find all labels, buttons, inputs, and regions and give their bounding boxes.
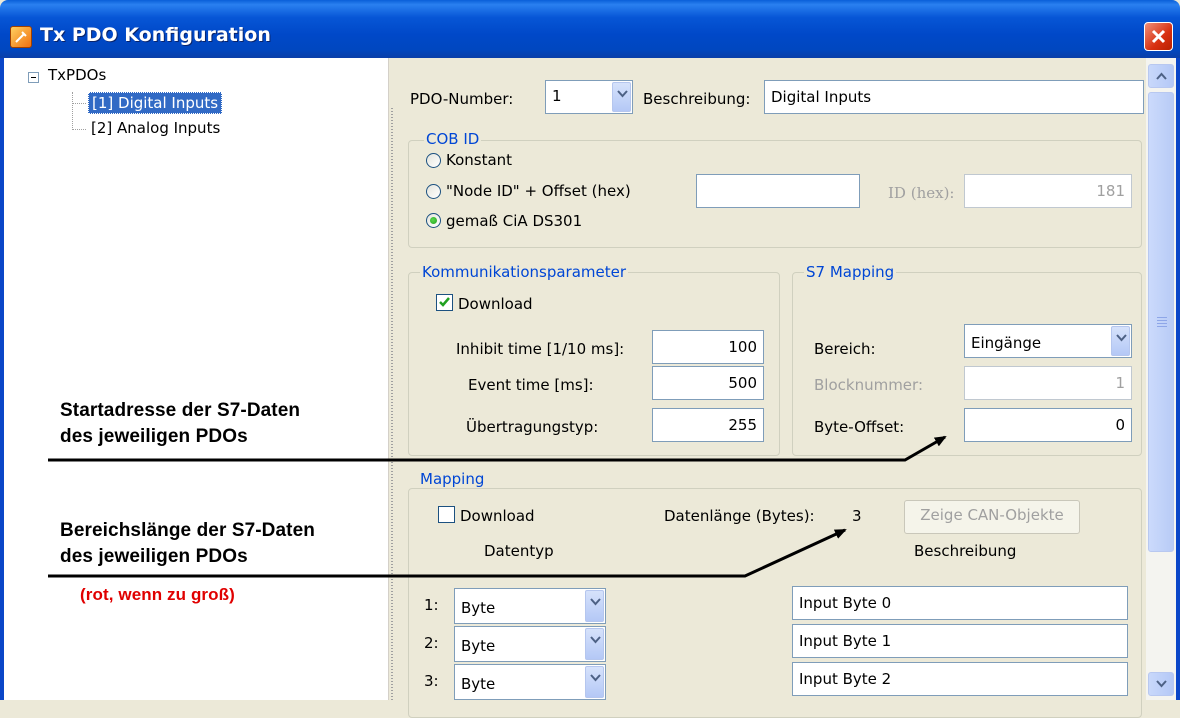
close-icon [1151, 29, 1166, 44]
scroll-down-icon [1156, 680, 1167, 688]
area-select[interactable]: Eingänge [964, 324, 1132, 358]
scroll-thumb[interactable] [1148, 92, 1174, 552]
mapping-row-1-description-input[interactable]: Input Byte 0 [792, 586, 1128, 620]
mapping-row-2-description-input[interactable]: Input Byte 1 [792, 624, 1128, 658]
data-length-label: Datenlänge (Bytes): [664, 507, 815, 525]
chevron-down-icon[interactable] [612, 82, 631, 112]
id-hex-label: ID (hex): [888, 184, 955, 202]
mapping-row-type-value: Byte [461, 675, 496, 693]
radio-node-id-offset[interactable] [426, 184, 441, 199]
pdo-number-label: PDO-Number: [410, 90, 514, 108]
event-time-input[interactable]: 500 [652, 366, 764, 400]
annotation-range-length-line1: Bereichslänge der S7-Daten [60, 520, 315, 541]
area-value: Eingänge [971, 334, 1042, 352]
datatype-header: Datentyp [484, 542, 554, 560]
id-hex-field: 181 [964, 174, 1132, 208]
description-input[interactable]: Digital Inputs [764, 80, 1144, 114]
block-number-field: 1 [964, 366, 1132, 400]
data-length-value: 3 [852, 507, 862, 525]
inhibit-time-input[interactable]: 100 [652, 330, 764, 364]
annotation-start-address-line1: Startadresse der S7-Daten [60, 400, 301, 421]
offset-hex-input[interactable] [696, 174, 860, 208]
communication-download-label[interactable]: Download [458, 295, 533, 313]
vertical-scrollbar[interactable] [1146, 58, 1176, 700]
tree-item-digital-inputs[interactable]: [1] Digital Inputs [88, 92, 223, 114]
transfer-type-label: Übertragungstyp: [466, 418, 599, 436]
close-button[interactable] [1144, 22, 1173, 51]
pdo-number-value: 1 [552, 87, 562, 105]
tree-collapse-toggle[interactable] [28, 72, 39, 83]
annotation-start-address-line2: des jeweiligen PDOs [60, 426, 248, 447]
mapping-row-3-description-input[interactable]: Input Byte 2 [792, 662, 1128, 696]
s7-mapping-title: S7 Mapping [804, 263, 897, 281]
description-label: Beschreibung: [643, 90, 751, 108]
chevron-down-icon[interactable] [1111, 326, 1130, 356]
scroll-down-button[interactable] [1148, 672, 1174, 696]
inhibit-time-label: Inhibit time [1/10 ms]: [456, 340, 625, 358]
mapping-download-label[interactable]: Download [460, 507, 535, 525]
communication-title: Kommunikationsparameter [420, 263, 629, 281]
tree-root-label[interactable]: TxPDOs [48, 66, 106, 84]
event-time-label: Event time [ms]: [468, 376, 594, 394]
pdo-number-select[interactable]: 1 [545, 80, 633, 114]
tree-item-analog-inputs[interactable]: [2] Analog Inputs [88, 118, 223, 138]
area-label: Bereich: [814, 340, 876, 358]
title-bar: Tx PDO Konfiguration [0, 0, 1180, 58]
window-frame-right [1176, 58, 1180, 700]
byte-offset-input[interactable]: 0 [964, 408, 1132, 442]
mapping-download-checkbox[interactable] [438, 506, 455, 523]
scroll-up-icon [1156, 72, 1167, 80]
radio-konstant-label[interactable]: Konstant [446, 151, 512, 169]
radio-node-id-offset-label[interactable]: "Node ID" + Offset (hex) [446, 182, 631, 200]
chevron-down-icon[interactable] [585, 666, 604, 698]
radio-cia-ds301-label[interactable]: gemaß CiA DS301 [446, 212, 582, 230]
block-number-label: Blocknummer: [814, 376, 923, 394]
chevron-down-icon[interactable] [585, 628, 604, 660]
tree-connector [72, 92, 73, 130]
mapping-row-2-type-select[interactable]: Byte [454, 626, 606, 662]
checkmark-icon [439, 297, 450, 307]
mapping-row-type-value: Byte [461, 599, 496, 617]
chevron-down-icon[interactable] [585, 590, 604, 622]
mapping-row-type-value: Byte [461, 637, 496, 655]
tree-connector [72, 129, 86, 130]
communication-download-checkbox[interactable] [436, 294, 453, 311]
scroll-up-button[interactable] [1148, 64, 1174, 88]
mapping-row-1-type-select[interactable]: Byte [454, 588, 606, 624]
annotation-range-length-line2: des jeweiligen PDOs [60, 546, 248, 567]
radio-cia-ds301[interactable] [426, 213, 441, 228]
mapping-row-index: 1: [424, 596, 439, 614]
mapping-title: Mapping [418, 470, 487, 488]
app-icon [10, 26, 32, 48]
tree-connector [72, 103, 86, 104]
window-title: Tx PDO Konfiguration [40, 24, 271, 46]
cob-id-title: COB ID [424, 130, 482, 148]
mapping-row-3-type-select[interactable]: Byte [454, 664, 606, 700]
radio-konstant[interactable] [426, 153, 441, 168]
description-header: Beschreibung [914, 542, 1017, 560]
mapping-row-index: 2: [424, 634, 439, 652]
show-can-objects-button[interactable]: Zeige CAN-Objekte [904, 500, 1080, 534]
byte-offset-label: Byte-Offset: [814, 418, 905, 436]
annotation-range-note: (rot, wenn zu groß) [80, 585, 235, 604]
mapping-row-index: 3: [424, 672, 439, 690]
panel-splitter[interactable] [388, 58, 396, 700]
transfer-type-input[interactable]: 255 [652, 408, 764, 442]
